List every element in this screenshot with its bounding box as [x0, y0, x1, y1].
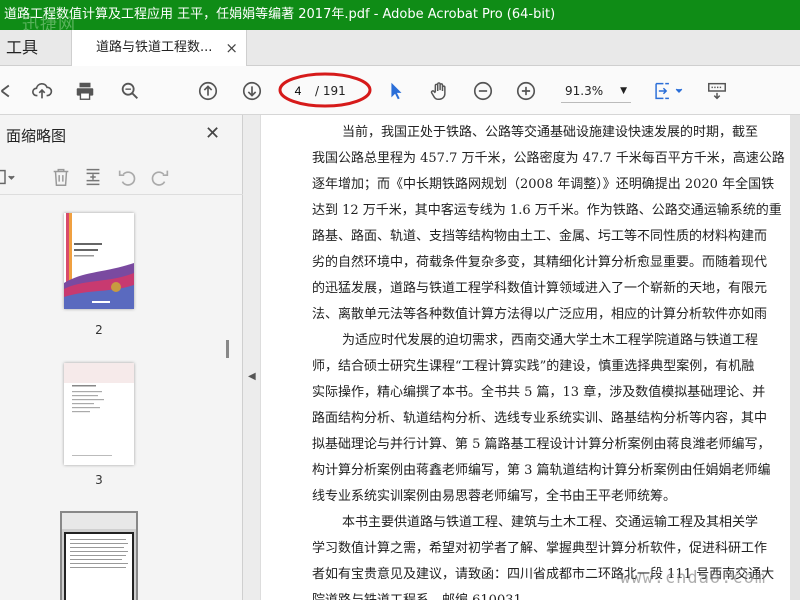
tab-tools[interactable]: 工具 [0, 30, 72, 66]
insert-page-icon[interactable] [80, 165, 106, 189]
thumbnail-page-3[interactable] [64, 363, 134, 465]
document-text-line: 线专业系统实训案例由易思蓉老师编写，全书由王平老师统筹。 [312, 489, 677, 504]
page-3-image [64, 363, 134, 465]
document-text-line: 学习数值计算之需，希望对初学者了解、掌握典型计算分析软件，促进科研工作 [312, 541, 768, 556]
document-viewport[interactable]: 当前，我国正处于铁路、公路等交通基础设施建设快速发展的时期，截至我国公路总里程为… [262, 115, 800, 600]
zoom-dropdown[interactable]: 91.3% ▼ [561, 79, 631, 103]
options-menu-icon[interactable] [0, 165, 18, 189]
pdf-page: 当前，我国正处于铁路、公路等交通基础设施建设快速发展的时期，截至我国公路总里程为… [262, 115, 800, 600]
document-text-line: 实际操作，精心编撰了本书。全书共 5 篇，13 章，涉及数值模拟基础理论、并 [312, 385, 766, 400]
window-title-bar: 道路工程数值计算及工程应用 王平，任娟娟等编著 2017年.pdf - Adob… [0, 0, 800, 30]
thumbnail-label: 3 [95, 473, 103, 487]
document-text-line: 为适应时代发展的迫切需求，西南交通大学土木工程学院道路与铁道工程 [342, 333, 759, 348]
document-text-line: 达到 12 万千米，其中客运专线为 1.6 万千米。作为铁路、公路交通运输系统的… [312, 203, 782, 218]
zoom-in-icon[interactable] [513, 78, 539, 104]
collapse-left-icon[interactable]: ◀ [248, 371, 256, 382]
document-text-line: 拟基础理论与并行计算、第 5 篇路基工程设计计算分析案例由蒋良潍老师编写， [312, 437, 771, 452]
close-icon[interactable]: ✕ [205, 123, 220, 144]
page-4-image [62, 513, 136, 600]
hand-tool-icon[interactable] [426, 78, 452, 104]
select-cursor-icon[interactable] [383, 78, 409, 104]
document-text-line: 路基、路面、轨道、支挡等结构物由土工、金属、圬工等不同性质的材料构建而 [312, 229, 768, 244]
panel-collapse-bar[interactable]: ◀ [243, 115, 261, 600]
zoom-value: 91.3% [565, 84, 604, 98]
document-text-line: 路面结构分析、轨道结构分析、选线专业系统实训、路基结构分析等内容，其中 [312, 411, 768, 426]
tab-document[interactable]: 道路与铁道工程数... × [72, 30, 247, 66]
thumbnail-panel: 面缩略图 ✕ 2 3 [0, 115, 243, 600]
scroll-mode-icon[interactable] [704, 78, 730, 104]
thumbnail-page-2[interactable] [64, 213, 134, 309]
print-icon[interactable] [72, 78, 98, 104]
document-text-line: 本书主要供道路与铁道工程、建筑与土木工程、交通运输工程及其相关学 [342, 515, 759, 530]
tab-bar: 工具 道路与铁道工程数... × [0, 30, 800, 66]
document-text-line: 的迅猛发展，道路与铁道工程学科数值计算领域进入了一个崭新的天地，有限元 [312, 281, 768, 296]
tab-document-label: 道路与铁道工程数... [96, 40, 213, 55]
red-highlight-ellipse [278, 72, 372, 108]
document-text-line: 师，结合硕士研究生课程“工程计算实践”的建设，慎重选择典型案例，有机融 [312, 359, 755, 374]
window-title: 道路工程数值计算及工程应用 王平，任娟娟等编著 2017年.pdf - Adob… [4, 7, 556, 22]
zoom-search-icon[interactable] [117, 78, 143, 104]
rotate-right-icon[interactable] [147, 165, 173, 189]
chevron-down-icon: ▼ [620, 86, 627, 96]
document-text-line: 当前，我国正处于铁路、公路等交通基础设施建设快速发展的时期，截至 [342, 125, 759, 140]
fit-page-icon[interactable] [648, 78, 688, 104]
watermark-bottom: www.cndao.com [620, 568, 767, 588]
page-down-icon[interactable] [239, 78, 265, 104]
document-text-line: 我国公路总里程为 457.7 万千米，公路密度为 47.7 千米每百平方千米，高… [312, 151, 785, 166]
thumbnail-toolbar [0, 159, 243, 195]
panel-scrollbar[interactable] [226, 340, 229, 358]
document-scrollbar[interactable] [790, 115, 800, 600]
cover-image [64, 213, 134, 309]
main-toolbar [0, 66, 800, 115]
trash-icon[interactable] [48, 165, 74, 189]
share-icon[interactable] [0, 78, 20, 104]
page-up-icon[interactable] [195, 78, 221, 104]
document-text-line: 院道路与铁道工程系，邮编 610031。 [312, 588, 800, 600]
document-text-line: 法、离散单元法等各种数值计算方法得以广泛应用，相应的计算分析软件亦如雨 [312, 307, 768, 322]
zoom-out-icon[interactable] [470, 78, 496, 104]
document-text-line: 逐年增加；而《中长期铁路网规划（2008 年调整）》还明确提出 2020 年全国… [312, 177, 775, 192]
upload-cloud-icon[interactable] [29, 78, 55, 104]
thumbnail-page-4-selected[interactable] [62, 513, 136, 600]
panel-title: 面缩略图 [6, 127, 67, 145]
document-text-line: 劣的自然环境中，荷载条件复杂多变，其精细化计算分析愈显重要。而随着现代 [312, 255, 768, 270]
tab-close-icon[interactable]: × [225, 30, 238, 66]
document-text-line: 构计算分析案例由蒋鑫老师编写，第 3 篇轨道结构计算分析案例由任娟娟老师编 [312, 463, 771, 478]
thumbnail-label: 2 [95, 323, 103, 337]
rotate-left-icon[interactable] [114, 165, 140, 189]
